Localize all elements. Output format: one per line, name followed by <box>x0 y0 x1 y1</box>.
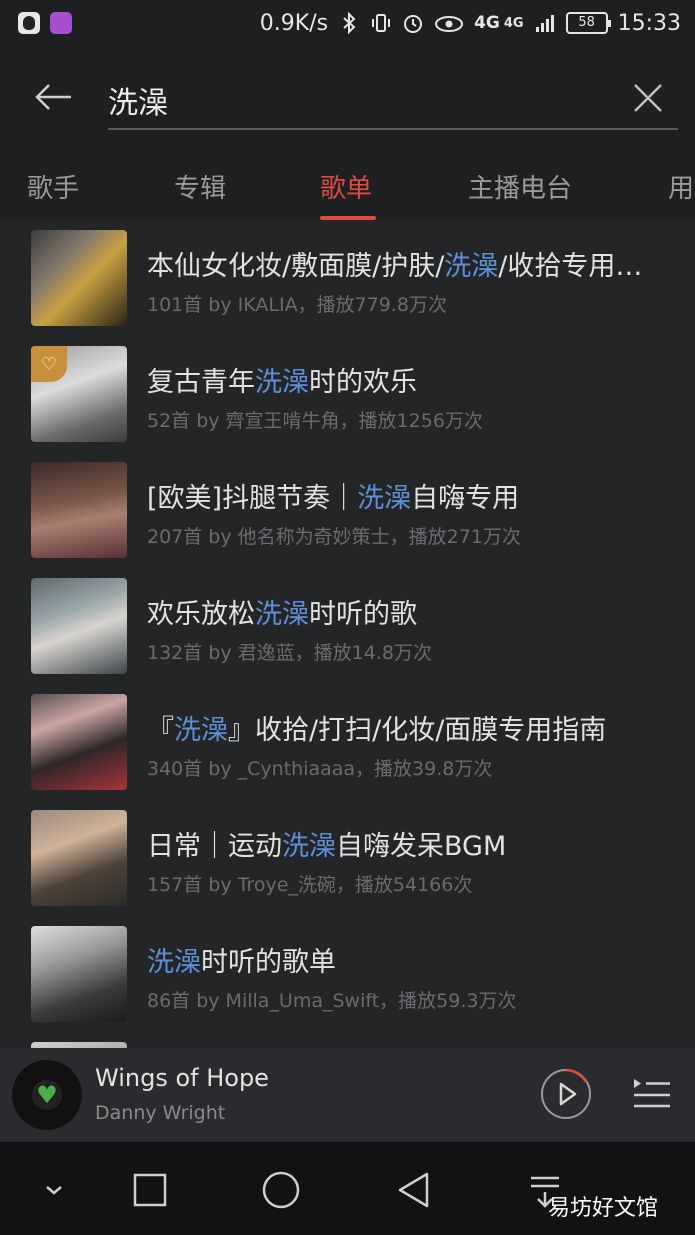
playlist-cover <box>31 810 127 906</box>
list-item[interactable]: 本仙女化妆/敷面膜/护肤/洗澡/收拾专用… 101首 by IKALIA，播放7… <box>0 220 695 336</box>
list-item[interactable]: [欧美]抖腿节奏｜洗澡自嗨专用 207首 by 他名称为奇妙策士，播放271万次 <box>0 452 695 568</box>
search-header: 洗澡 <box>0 46 695 146</box>
search-query: 洗澡 <box>108 86 168 121</box>
list-item[interactable]: 日常｜运动洗澡自嗨发呆BGM 157首 by Troye_洗碗，播放54166次 <box>0 800 695 916</box>
home-button[interactable] <box>261 1170 301 1210</box>
list-item[interactable] <box>0 1032 695 1048</box>
close-icon <box>634 84 662 112</box>
playlist-title: 洗澡时听的歌单 <box>147 947 336 978</box>
playlist-meta: 207首 by 他名称为奇妙策士，播放271万次 <box>147 526 521 548</box>
qq-icon <box>18 12 40 34</box>
search-input[interactable]: 洗澡 <box>108 76 678 130</box>
playlist-meta: 132首 by 君逸蓝，播放14.8万次 <box>147 642 432 664</box>
playlist-meta: 52首 by 齊宣王啃牛角，播放1256万次 <box>147 410 483 432</box>
list-item[interactable]: 『洗澡』收拾/打扫/化妆/面膜专用指南 340首 by _Cynthiaaaa，… <box>0 684 695 800</box>
playlist-cover <box>31 926 127 1022</box>
playlist-title: 复古青年洗澡时的欢乐 <box>147 367 417 398</box>
playlist-cover: ♡ <box>31 346 127 442</box>
playlist-results: 本仙女化妆/敷面膜/护肤/洗澡/收拾专用… 101首 by IKALIA，播放7… <box>0 220 695 1048</box>
vibrate-icon <box>372 14 391 32</box>
heart-icon: ♥ <box>36 1081 58 1109</box>
playlist-title: 本仙女化妆/敷面膜/护肤/洗澡/收拾专用… <box>147 251 643 282</box>
playlist-title: 日常｜运动洗澡自嗨发呆BGM <box>147 831 507 862</box>
playlist-meta: 101首 by IKALIA，播放779.8万次 <box>147 294 447 316</box>
eye-icon <box>435 16 464 32</box>
watermark-text: 易坊好文馆 <box>548 1196 659 1221</box>
battery-indicator: 58 <box>565 12 611 34</box>
chevron-down-icon[interactable] <box>34 1170 74 1210</box>
playlist-queue-icon[interactable] <box>632 1075 672 1115</box>
play-button[interactable] <box>540 1068 592 1120</box>
search-tabs: 歌手 专辑 歌单 主播电台 用 <box>0 146 695 220</box>
signal-icon <box>535 15 554 32</box>
mini-player[interactable]: ♥ Wings of Hope Danny Wright <box>0 1048 695 1142</box>
playlist-cover <box>31 694 127 790</box>
song-artist: Danny Wright <box>95 1102 226 1124</box>
playlist-cover <box>31 462 127 558</box>
tab-users[interactable]: 用 <box>668 168 694 205</box>
playlist-title: [欧美]抖腿节奏｜洗澡自嗨专用 <box>147 483 520 514</box>
bluetooth-icon <box>343 12 356 34</box>
net-speed: 0.9K/s <box>259 10 329 36</box>
tab-singers[interactable]: 歌手 <box>27 168 79 205</box>
album-disc[interactable]: ♥ <box>12 1060 82 1130</box>
playlist-title: 『洗澡』收拾/打扫/化妆/面膜专用指南 <box>147 715 607 746</box>
playlist-meta: 157首 by Troye_洗碗，播放54166次 <box>147 874 473 896</box>
playlist-meta: 86首 by Milla_Uma_Swift，播放59.3万次 <box>147 990 517 1012</box>
playlist-cover <box>31 578 127 674</box>
tab-playlists[interactable]: 歌单 <box>320 168 372 205</box>
clock: 15:33 <box>617 10 681 36</box>
playlist-cover <box>31 230 127 326</box>
clear-search-button[interactable] <box>628 78 668 118</box>
playlist-meta: 340首 by _Cynthiaaaa，播放39.8万次 <box>147 758 493 780</box>
list-item[interactable]: 欢乐放松洗澡时听的歌 132首 by 君逸蓝，播放14.8万次 <box>0 568 695 684</box>
back-nav-button[interactable] <box>394 1170 434 1210</box>
arrow-left-icon <box>35 84 71 110</box>
network-type-2: 4G <box>503 15 524 31</box>
song-title: Wings of Hope <box>95 1064 269 1092</box>
heart-badge-icon: ♡ <box>31 346 67 382</box>
gallery-icon <box>50 12 72 34</box>
status-indicators: 0.9K/s 4G 4G 58 15:33 <box>260 11 681 36</box>
tab-radio[interactable]: 主播电台 <box>468 168 572 205</box>
back-button[interactable] <box>30 74 76 120</box>
list-item[interactable]: 洗澡时听的歌单 86首 by Milla_Uma_Swift，播放59.3万次 <box>0 916 695 1032</box>
recent-apps-button[interactable] <box>130 1170 170 1210</box>
list-item[interactable]: ♡ 复古青年洗澡时的欢乐 52首 by 齊宣王啃牛角，播放1256万次 <box>0 336 695 452</box>
navigation-bar: 易坊好文馆 <box>0 1142 695 1235</box>
tab-albums[interactable]: 专辑 <box>174 168 226 205</box>
network-type-1: 4G <box>474 13 500 33</box>
alarm-icon <box>404 15 423 33</box>
status-bar: 0.9K/s 4G 4G 58 15:33 <box>0 0 695 46</box>
playlist-title: 欢乐放松洗澡时听的歌 <box>147 599 417 630</box>
